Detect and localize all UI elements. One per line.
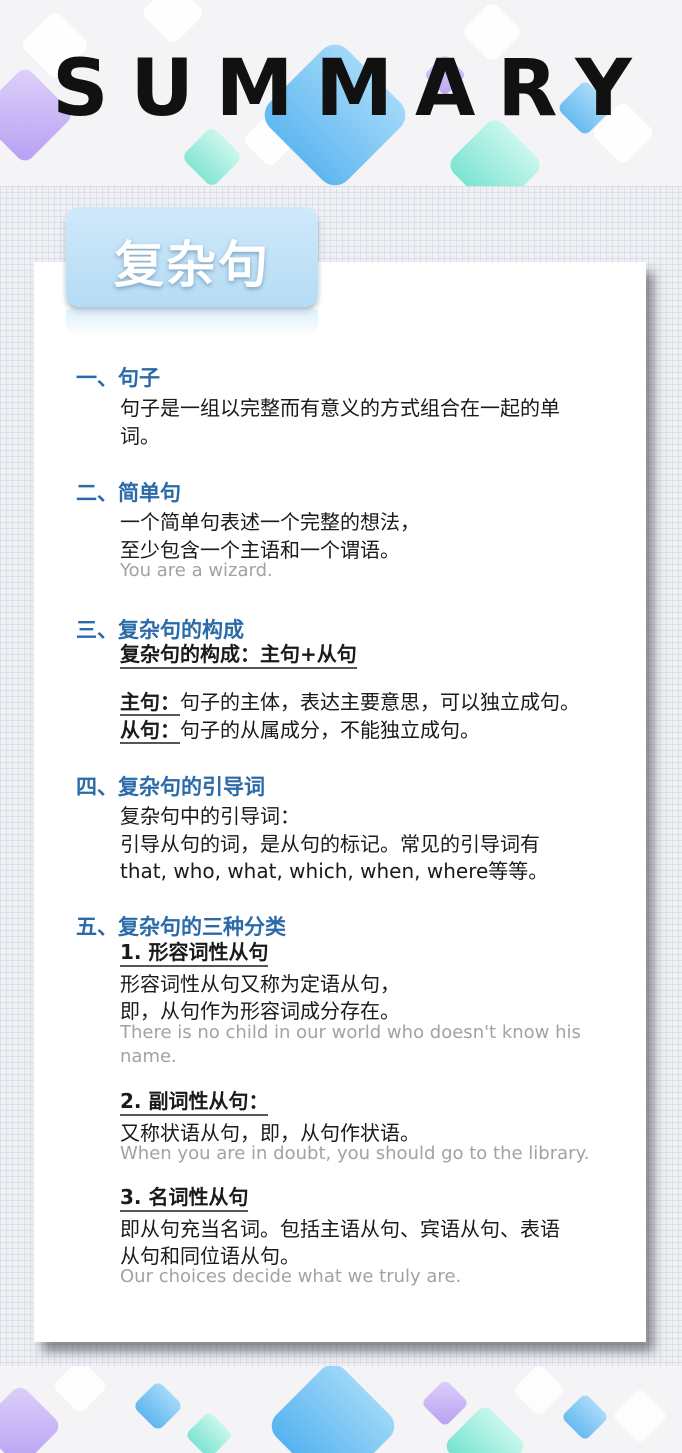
body-line: 从句和同位语从句。 — [120, 1244, 300, 1268]
body-line: 又称状语从句，即，从句作状语。 — [120, 1121, 420, 1145]
sub-clause-label: 从句： — [120, 718, 180, 744]
example-sentence: Our choices decide what we truly are. — [120, 1266, 462, 1287]
section-title-three-types: 五、复杂句的三种分类 — [76, 915, 286, 939]
body-line: 复杂句中的引导词： — [120, 804, 300, 828]
example-sentence: You are a wizard. — [120, 560, 273, 581]
type-adjective-clause-head: 1. 形容词性从句 — [120, 940, 269, 967]
topic-title-tab: 复杂句 — [66, 207, 318, 307]
section-title-connectors: 四、复杂句的引导词 — [76, 775, 265, 799]
example-sentence: name. — [120, 1046, 177, 1067]
main-clause-label: 主句： — [120, 690, 180, 716]
body-line: 形容词性从句又称为定语从句， — [120, 972, 400, 996]
section-title-sentence: 一、句子 — [76, 366, 160, 390]
sub-clause-line: 从句：句子的从属成分，不能独立成句。 — [120, 714, 480, 744]
tab-reflection — [66, 310, 318, 336]
summary-header: SUMMARY — [0, 0, 682, 186]
body-line: 词。 — [120, 424, 160, 448]
body-line: 至少包含一个主语和一个谓语。 — [120, 538, 400, 562]
topic-title: 复杂句 — [114, 236, 270, 294]
footer-decoration — [0, 1366, 666, 1453]
example-sentence: There is no child in our world who doesn… — [120, 1022, 581, 1043]
main-clause-line: 主句：句子的主体，表达主要意思，可以独立成句。 — [120, 686, 580, 716]
sub-clause-text: 句子的从属成分，不能独立成句。 — [180, 718, 480, 742]
body-line: 一个简单句表述一个完整的想法， — [120, 510, 420, 534]
body-line: 句子是一组以完整而有意义的方式组合在一起的单 — [120, 396, 560, 420]
main-clause-text: 句子的主体，表达主要意思，可以独立成句。 — [180, 690, 580, 714]
body-line: 引导从句的词，是从句的标记。常见的引导词有 — [120, 832, 540, 856]
summary-footer — [0, 1366, 682, 1453]
summary-title: SUMMARY — [52, 44, 654, 134]
body-line: 即，从句作为形容词成分存在。 — [120, 999, 400, 1023]
example-sentence: When you are in doubt, you should go to … — [120, 1143, 590, 1164]
body-line: that, who, what, which, when, where等等。 — [120, 859, 549, 883]
structure-subhead: 复杂句的构成：主句+从句 — [120, 642, 357, 669]
section-title-structure: 三、复杂句的构成 — [76, 618, 244, 642]
section-title-simple-sentence: 二、简单句 — [76, 481, 181, 505]
body-line: 即从句充当名词。包括主语从句、宾语从句、表语 — [120, 1217, 560, 1241]
type-adverb-clause-head: 2. 副词性从句： — [120, 1089, 269, 1116]
type-noun-clause-head: 3. 名词性从句 — [120, 1185, 249, 1212]
